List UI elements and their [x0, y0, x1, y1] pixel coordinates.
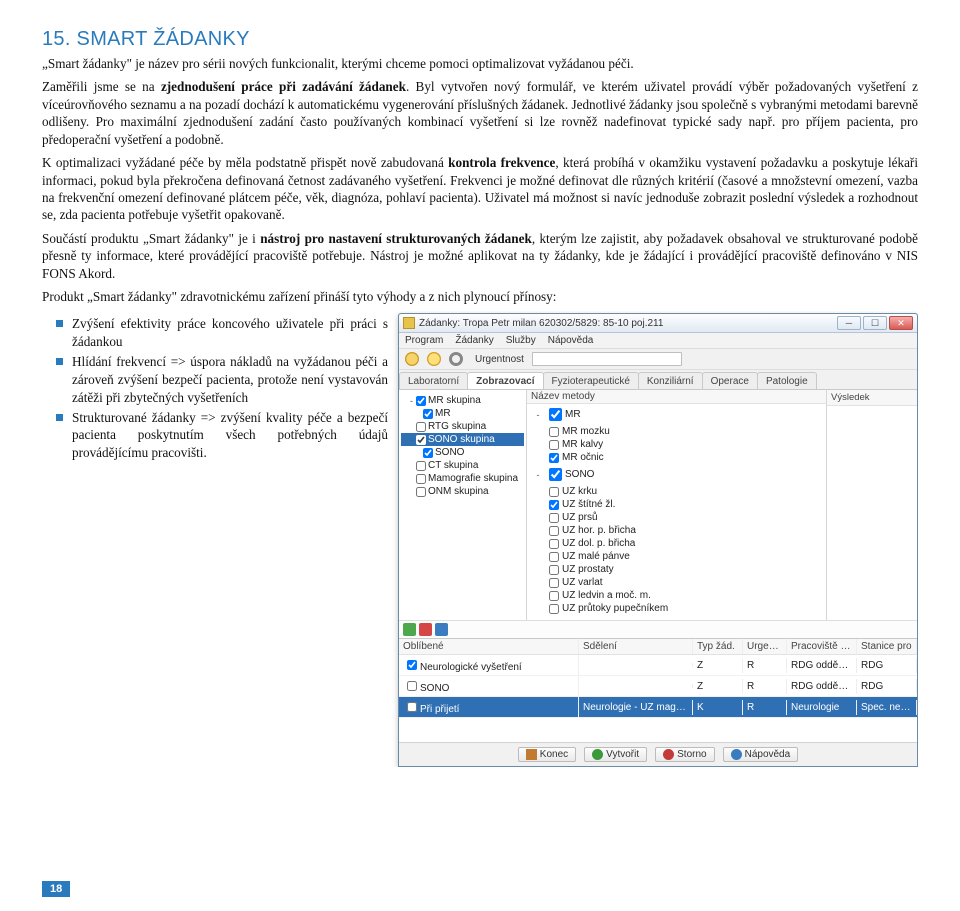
- favorites-grid[interactable]: Oblíbené Sdělení Typ žád. Urgen… Pracovi…: [399, 638, 917, 742]
- grid-col-stanice[interactable]: Stanice pro: [857, 639, 917, 654]
- status-error-icon[interactable]: [419, 623, 432, 636]
- benefit-list: Zvýšení efektivity práce koncového uživa…: [42, 315, 918, 462]
- q-icon: [731, 749, 742, 760]
- check-icon: [592, 749, 603, 760]
- paragraph-2: Zaměřili jsme se na zjednodušení práce p…: [42, 78, 918, 148]
- method-item[interactable]: UZ varlat: [527, 576, 826, 589]
- method-item[interactable]: UZ malé pánve: [527, 550, 826, 563]
- section-heading: 15. SMART ŽÁDANKY: [42, 28, 918, 51]
- footer-vytvořit-button[interactable]: Vytvořit: [584, 747, 647, 762]
- benefit-item: Zvýšení efektivity práce koncového uživa…: [42, 315, 918, 351]
- benefit-item: Strukturované žádanky => zvýšení kvality…: [42, 409, 918, 462]
- paragraph-3: K optimalizaci vyžádané péče by měla pod…: [42, 154, 918, 224]
- grid-row[interactable]: Neurologické vyšetřeníZRRDG oddě…RDG: [399, 655, 917, 676]
- footer-nápověda-button[interactable]: Nápověda: [723, 747, 799, 762]
- method-item[interactable]: UZ hor. p. břicha: [527, 524, 826, 537]
- method-item[interactable]: UZ průtoky pupečníkem: [527, 602, 826, 615]
- method-item[interactable]: UZ krku: [527, 485, 826, 498]
- footer-storno-button[interactable]: Storno: [655, 747, 714, 762]
- method-item[interactable]: UZ štítné žl.: [527, 498, 826, 511]
- paragraph-5: Produkt „Smart žádanky" zdravotnickému z…: [42, 288, 918, 305]
- door-icon: [526, 749, 537, 760]
- method-item[interactable]: UZ ledvin a moč. m.: [527, 589, 826, 602]
- paragraph-intro: „Smart žádanky" je název pro sérii novýc…: [42, 55, 918, 72]
- grid-col-urgen[interactable]: Urgen…: [743, 639, 787, 654]
- footer-konec-button[interactable]: Konec: [518, 747, 576, 762]
- grid-col-typzad[interactable]: Typ žád.: [693, 639, 743, 654]
- grid-col-oblibene[interactable]: Oblíbené: [399, 639, 579, 654]
- method-section[interactable]: - SONO: [527, 464, 826, 485]
- paragraph-4: Součástí produktu „Smart žádanky" je i n…: [42, 230, 918, 282]
- status-info-icon[interactable]: [435, 623, 448, 636]
- status-ok-icon[interactable]: [403, 623, 416, 636]
- method-item[interactable]: UZ prsů: [527, 511, 826, 524]
- grid-row[interactable]: Při přijetíNeurologie - UZ magistrálních…: [399, 697, 917, 718]
- method-item[interactable]: UZ prostaty: [527, 563, 826, 576]
- page-number: 18: [42, 881, 70, 897]
- benefit-item: Hlídání frekvencí => úspora nákladů na v…: [42, 353, 918, 406]
- grid-col-sdeleni[interactable]: Sdělení: [579, 639, 693, 654]
- grid-header-row: Oblíbené Sdělení Typ žád. Urgen… Pracovi…: [399, 639, 917, 655]
- grid-col-pracoviste[interactable]: Pracoviště pro: [787, 639, 857, 654]
- method-item[interactable]: UZ dol. p. břicha: [527, 537, 826, 550]
- grid-row[interactable]: SONOZRRDG oddě…RDG: [399, 676, 917, 697]
- tree-group[interactable]: Mamografie skupina: [401, 472, 524, 485]
- tree-group[interactable]: ONM skupina: [401, 485, 524, 498]
- x-icon: [663, 749, 674, 760]
- app-footer: Konec Vytvořit Storno Nápověda: [399, 742, 917, 766]
- icon-band: [399, 620, 917, 638]
